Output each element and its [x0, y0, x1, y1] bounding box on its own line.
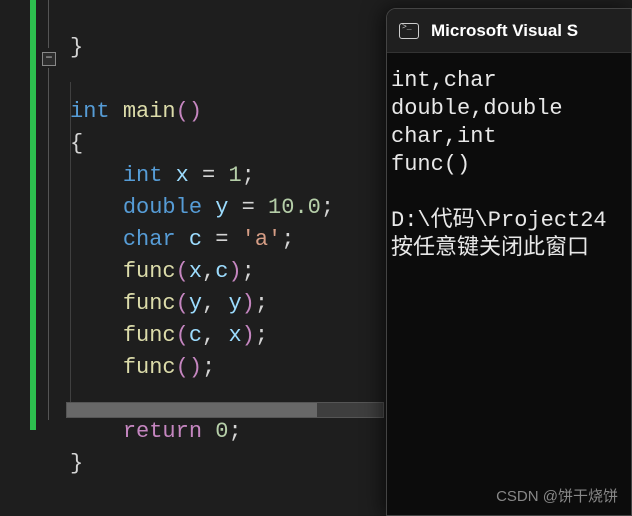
kw-int: int — [123, 163, 163, 188]
fold-line — [48, 0, 49, 48]
brace-open: { — [70, 131, 83, 156]
rparen: ) — [189, 99, 202, 124]
console-line: func() — [391, 152, 470, 177]
rparen: ) — [228, 259, 241, 284]
brace-close-prev: } — [70, 35, 83, 60]
semi: ; — [242, 163, 255, 188]
rparen: ) — [242, 323, 255, 348]
lparen: ( — [176, 355, 189, 380]
fold-toggle[interactable]: − — [42, 52, 56, 66]
horizontal-scrollbar[interactable] — [66, 402, 384, 418]
lparen: ( — [176, 99, 189, 124]
fn-main: main — [123, 99, 176, 124]
arg-x: x — [228, 323, 241, 348]
console-output: int,char double,double char,int func() D… — [387, 53, 631, 263]
semi: ; — [228, 419, 241, 444]
kw-return: return — [123, 419, 202, 444]
kw-char: char — [123, 227, 176, 252]
rparen: ) — [242, 291, 255, 316]
semi: ; — [242, 259, 255, 284]
kw-int: int — [70, 99, 110, 124]
rparen: ) — [189, 355, 202, 380]
semi: ; — [321, 195, 334, 220]
fold-gutter: − — [42, 0, 66, 430]
var-c: c — [189, 227, 202, 252]
eq: = — [202, 163, 215, 188]
lparen: ( — [176, 291, 189, 316]
semi: ; — [255, 291, 268, 316]
comma: , — [202, 259, 215, 284]
console-title: Microsoft Visual S — [431, 21, 578, 41]
console-titlebar[interactable]: Microsoft Visual S — [387, 9, 631, 53]
scrollbar-thumb[interactable] — [67, 403, 317, 417]
fn-func: func — [123, 291, 176, 316]
eq: = — [215, 227, 228, 252]
arg-y: y — [228, 291, 241, 316]
var-x: x — [176, 163, 189, 188]
console-line: double,double — [391, 96, 563, 121]
console-line: 按任意键关闭此窗口 — [391, 236, 589, 261]
change-indicator — [30, 0, 36, 430]
fold-line — [48, 68, 49, 420]
comma: , — [202, 291, 215, 316]
lparen: ( — [176, 259, 189, 284]
arg-y: y — [189, 291, 202, 316]
comma: , — [202, 323, 215, 348]
fn-func: func — [123, 323, 176, 348]
semi: ; — [202, 355, 215, 380]
num-1: 1 — [228, 163, 241, 188]
char-a: 'a' — [242, 227, 282, 252]
eq: = — [242, 195, 255, 220]
watermark: CSDN @饼干烧饼 — [496, 485, 618, 506]
semi: ; — [281, 227, 294, 252]
fn-func: func — [123, 259, 176, 284]
kw-double: double — [123, 195, 202, 220]
console-window[interactable]: Microsoft Visual S int,char double,doubl… — [386, 8, 632, 516]
console-line: D:\代码\Project24 — [391, 208, 607, 233]
console-line: char,int — [391, 124, 497, 149]
num-10: 10.0 — [268, 195, 321, 220]
arg-c: c — [215, 259, 228, 284]
console-line: int,char — [391, 68, 497, 93]
var-y: y — [215, 195, 228, 220]
terminal-icon — [399, 23, 419, 39]
arg-c: c — [189, 323, 202, 348]
lparen: ( — [176, 323, 189, 348]
arg-x: x — [189, 259, 202, 284]
brace-close: } — [70, 451, 83, 476]
fn-func: func — [123, 355, 176, 380]
semi: ; — [255, 323, 268, 348]
num-0: 0 — [215, 419, 228, 444]
